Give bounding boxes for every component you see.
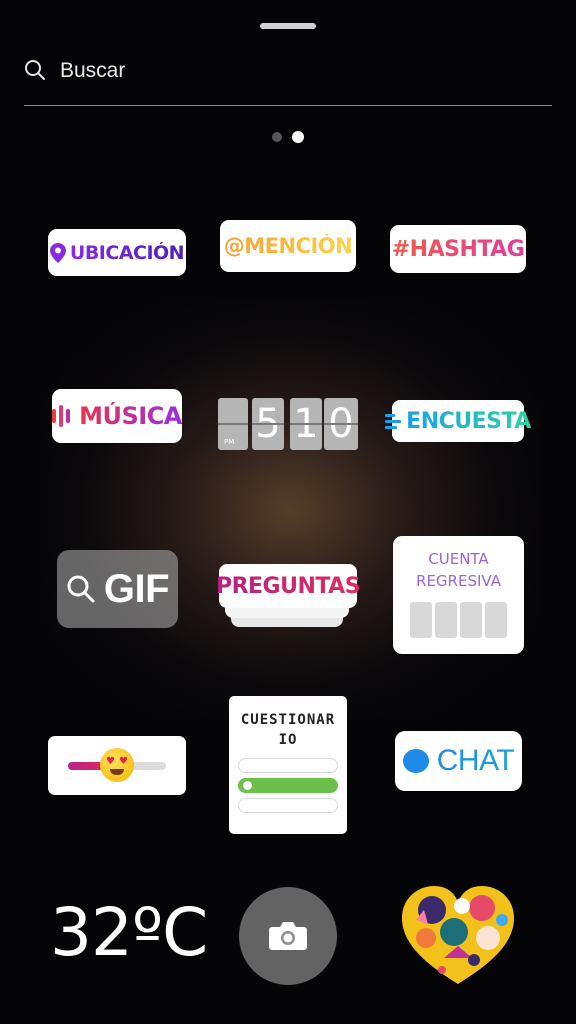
location-sticker[interactable]: UBICACIÓN — [48, 229, 186, 276]
page-dot — [272, 132, 282, 142]
background-glow — [40, 300, 540, 720]
clock-digit-blank: PM — [218, 398, 248, 450]
clock-digit: 1 — [290, 398, 322, 450]
emoji-slider-sticker[interactable]: ♥ ♥ — [48, 736, 186, 795]
chat-bubble-icon — [402, 749, 429, 773]
quiz-option — [238, 758, 338, 773]
countdown-box — [410, 602, 432, 638]
mention-sticker[interactable]: @MENCIÓN — [220, 220, 356, 272]
quiz-label: CUESTIONARIO — [240, 712, 336, 748]
search-icon — [67, 575, 95, 603]
gif-label: GIF — [103, 566, 170, 611]
camera-icon — [269, 922, 307, 950]
clock-digit: 5 — [252, 398, 284, 450]
chat-sticker[interactable]: CHAT — [395, 731, 522, 791]
search-bar[interactable]: Buscar — [24, 54, 552, 94]
mention-label: @MENCIÓN — [223, 234, 353, 258]
questions-sticker[interactable]: PREGUNTAS — [215, 564, 361, 608]
search-input[interactable]: Buscar — [60, 58, 125, 84]
drag-handle[interactable] — [260, 23, 316, 29]
search-icon — [25, 60, 45, 80]
music-bars-icon — [52, 405, 73, 427]
temperature-sticker[interactable]: 32ºC — [50, 893, 208, 973]
countdown-label-line1: CUENTA — [428, 550, 489, 568]
search-underline — [24, 105, 552, 106]
heart-illustration-sticker[interactable] — [396, 880, 520, 988]
countdown-boxes — [409, 602, 509, 638]
countdown-box — [435, 602, 457, 638]
camera-button[interactable] — [239, 887, 337, 985]
poll-label: ENCUESTA — [406, 408, 531, 434]
music-label: MÚSICA — [79, 402, 182, 430]
questions-label: PREGUNTAS — [215, 573, 361, 599]
quiz-sticker[interactable]: CUESTIONARIO — [229, 696, 347, 834]
gif-sticker[interactable]: GIF — [57, 550, 178, 628]
quiz-option — [238, 798, 338, 813]
countdown-box — [485, 602, 507, 638]
countdown-label-line2: REGRESIVA — [416, 572, 501, 590]
quiz-option-correct — [238, 778, 338, 793]
hashtag-sticker[interactable]: #HASHTAG — [390, 225, 526, 273]
location-label: UBICACIÓN — [69, 241, 185, 264]
clock-digit: 0 — [324, 398, 358, 450]
time-sticker[interactable]: PM 5 1 0 — [218, 398, 358, 450]
chat-label: CHAT — [436, 744, 515, 777]
music-sticker[interactable]: MÚSICA — [52, 389, 182, 443]
poll-lines-icon — [385, 412, 402, 430]
poll-sticker[interactable]: ENCUESTA — [385, 400, 531, 442]
clock-ampm: PM — [224, 438, 235, 446]
countdown-sticker[interactable]: CUENTA REGRESIVA — [393, 536, 524, 654]
countdown-box — [460, 602, 482, 638]
location-pin-icon — [49, 242, 66, 263]
page-dot-active — [292, 131, 304, 143]
hashtag-label: #HASHTAG — [391, 236, 525, 262]
heart-eyes-emoji-icon: ♥ ♥ — [100, 748, 134, 782]
